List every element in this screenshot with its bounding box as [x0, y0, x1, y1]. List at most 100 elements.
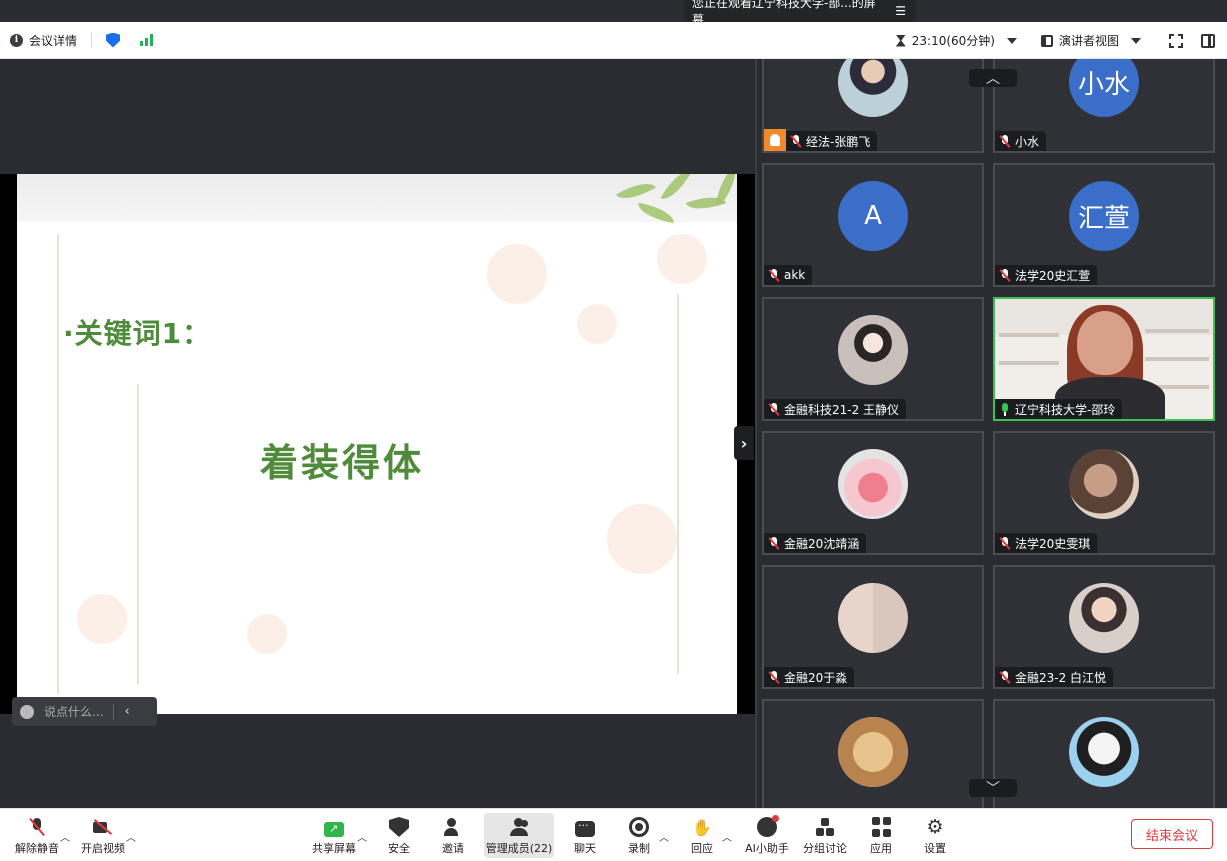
share-screen-button[interactable]: 共享屏幕 [310, 813, 358, 858]
sidebar-toggle-icon[interactable] [1201, 33, 1215, 48]
network-signal-icon[interactable] [140, 34, 154, 46]
participant-name-tag: 小水 [995, 131, 1047, 151]
participant-name: 金融科技21-2 王静仪 [784, 402, 900, 417]
emoji-icon[interactable] [20, 704, 34, 719]
participant-name-tag: 金融20沈靖涵 [764, 533, 867, 553]
breakout-rooms-icon [815, 817, 835, 837]
view-mode-select[interactable]: 演讲者视图 [1059, 32, 1119, 49]
breakout-rooms-button[interactable]: 分组讨论 [802, 813, 848, 858]
slide-decoration [57, 234, 59, 694]
participant-tile[interactable]: 法学20史雯琪 [993, 431, 1215, 555]
mic-muted-icon [999, 134, 1011, 148]
mic-muted-icon [768, 670, 780, 684]
apps-button[interactable]: 应用 [868, 813, 894, 858]
participant-tile[interactable]: 金融20沈靖涵 [762, 431, 984, 555]
chat-placeholder: 说点什么... [44, 705, 104, 719]
slide-keyword-heading: ·关键词1： [63, 317, 212, 350]
mic-muted-icon [999, 268, 1011, 282]
quick-chat-input[interactable]: 说点什么... ‹ [12, 697, 157, 726]
chat-label: 聊天 [574, 842, 596, 855]
participant-tile[interactable]: 经法-张鹏飞 [762, 59, 984, 153]
participant-name: 小水 [1015, 134, 1040, 149]
top-bar: i 会议详情 23:10(60分钟) 演讲者视图 [0, 22, 1227, 59]
participant-name-tag: 法学20史雯琪 [995, 533, 1098, 553]
slide-decoration [677, 294, 679, 674]
ai-assistant-button[interactable]: AI小助手 [744, 813, 790, 858]
chevron-down-icon[interactable] [1131, 37, 1141, 44]
reactions-label: 回应 [691, 842, 713, 855]
chevron-up-icon[interactable]: ︿ [60, 829, 70, 844]
settings-button[interactable]: 设置 [922, 813, 948, 858]
participant-tile[interactable] [762, 699, 984, 808]
chevron-up-icon[interactable]: ︿ [126, 829, 136, 844]
participant-tile[interactable]: 小水 小水 [993, 59, 1215, 153]
record-icon [629, 817, 649, 837]
chevron-up-icon[interactable]: ︿ [659, 829, 669, 844]
mic-muted-icon [768, 536, 780, 550]
reactions-button[interactable]: 回应 [689, 813, 715, 858]
chevron-up-icon: ︿ [986, 71, 1000, 87]
scroll-up-button[interactable]: ︿ [969, 69, 1017, 87]
chevron-up-icon[interactable]: ︿ [357, 829, 367, 844]
invite-label: 邀请 [442, 842, 464, 855]
record-label: 录制 [628, 842, 650, 855]
ai-assistant-icon [757, 815, 779, 837]
avatar [1069, 583, 1139, 653]
participant-name-tag: 金融20于淼 [764, 667, 855, 687]
slide-decoration [607, 504, 677, 574]
participant-name: 辽宁科技大学-邵玲 [1015, 402, 1116, 417]
participant-name: 金融20于淼 [784, 670, 848, 685]
meeting-window: 您正在观看辽宁科技大学-部...的屏幕 ☰ i 会议详情 23:10(60分钟)… [0, 0, 1227, 861]
participant-tile[interactable]: A akk [762, 163, 984, 287]
meeting-info-link[interactable]: 会议详情 [29, 32, 77, 49]
hourglass-icon [895, 34, 906, 47]
letterbox-left [0, 174, 17, 714]
participants-button[interactable]: 管理成员(22) [484, 813, 554, 858]
scroll-down-button[interactable]: ﹀ [969, 779, 1017, 797]
avatar [838, 315, 908, 385]
host-badge-icon [764, 129, 786, 151]
participant-name-tag: 金融23-2 白江悦 [995, 667, 1114, 687]
start-video-label: 开启视频 [81, 842, 125, 855]
unmute-button[interactable]: 解除静音 [14, 813, 60, 858]
participant-tile[interactable]: 金融20于淼 [762, 565, 984, 689]
avatar [1069, 717, 1139, 787]
start-video-button[interactable]: 开启视频 [80, 813, 126, 858]
share-screen-icon [324, 822, 344, 837]
chat-button[interactable]: 聊天 [572, 813, 598, 858]
security-shield-icon[interactable] [106, 32, 121, 48]
chevron-up-icon[interactable]: ︿ [722, 829, 732, 844]
slide-decoration [247, 614, 287, 654]
screen-share-banner[interactable]: 您正在观看辽宁科技大学-部...的屏幕 ☰ [684, 0, 916, 27]
mic-muted-icon [768, 402, 780, 416]
record-button[interactable]: 录制 [626, 813, 652, 858]
avatar: 汇萱 [1069, 181, 1139, 251]
shield-icon [389, 817, 409, 837]
participant-tile[interactable]: 汇萱 法学20史汇萱 [993, 163, 1215, 287]
active-speaker-tile[interactable]: 辽宁科技大学-邵玲 [993, 297, 1215, 421]
participant-tile[interactable] [993, 699, 1215, 808]
chevron-left-icon[interactable]: ‹ [124, 704, 129, 719]
gear-icon [925, 817, 945, 837]
unmute-label: 解除静音 [15, 842, 59, 855]
participant-tile[interactable]: 金融23-2 白江悦 [993, 565, 1215, 689]
slide-decoration [657, 234, 707, 284]
meeting-timer[interactable]: 23:10(60分钟) [912, 32, 995, 49]
invite-button[interactable]: 邀请 [440, 813, 466, 858]
participant-name: 金融20沈靖涵 [784, 536, 860, 551]
collapse-gallery-button[interactable]: › [734, 426, 754, 460]
chevron-down-icon[interactable] [1006, 37, 1017, 44]
fullscreen-icon[interactable] [1169, 33, 1183, 48]
breakout-label: 分组讨论 [803, 842, 847, 855]
participant-tile[interactable]: 金融科技21-2 王静仪 [762, 297, 984, 421]
avatar [838, 583, 908, 653]
view-layout-icon[interactable] [1040, 34, 1053, 47]
security-button[interactable]: 安全 [386, 813, 412, 858]
list-icon[interactable]: ☰ [895, 4, 906, 18]
info-icon[interactable]: i [10, 33, 23, 47]
presentation-slide: ·关键词1： 着装得体 [17, 174, 737, 714]
avatar: A [838, 181, 908, 251]
end-meeting-button[interactable]: 结束会议 [1131, 819, 1213, 849]
participant-name: akk [784, 268, 806, 282]
meeting-toolbar: 解除静音 ︿ 开启视频 ︿ 共享屏幕 ︿ 安全 邀请 管理成员(22) 聊天 [0, 808, 1227, 861]
